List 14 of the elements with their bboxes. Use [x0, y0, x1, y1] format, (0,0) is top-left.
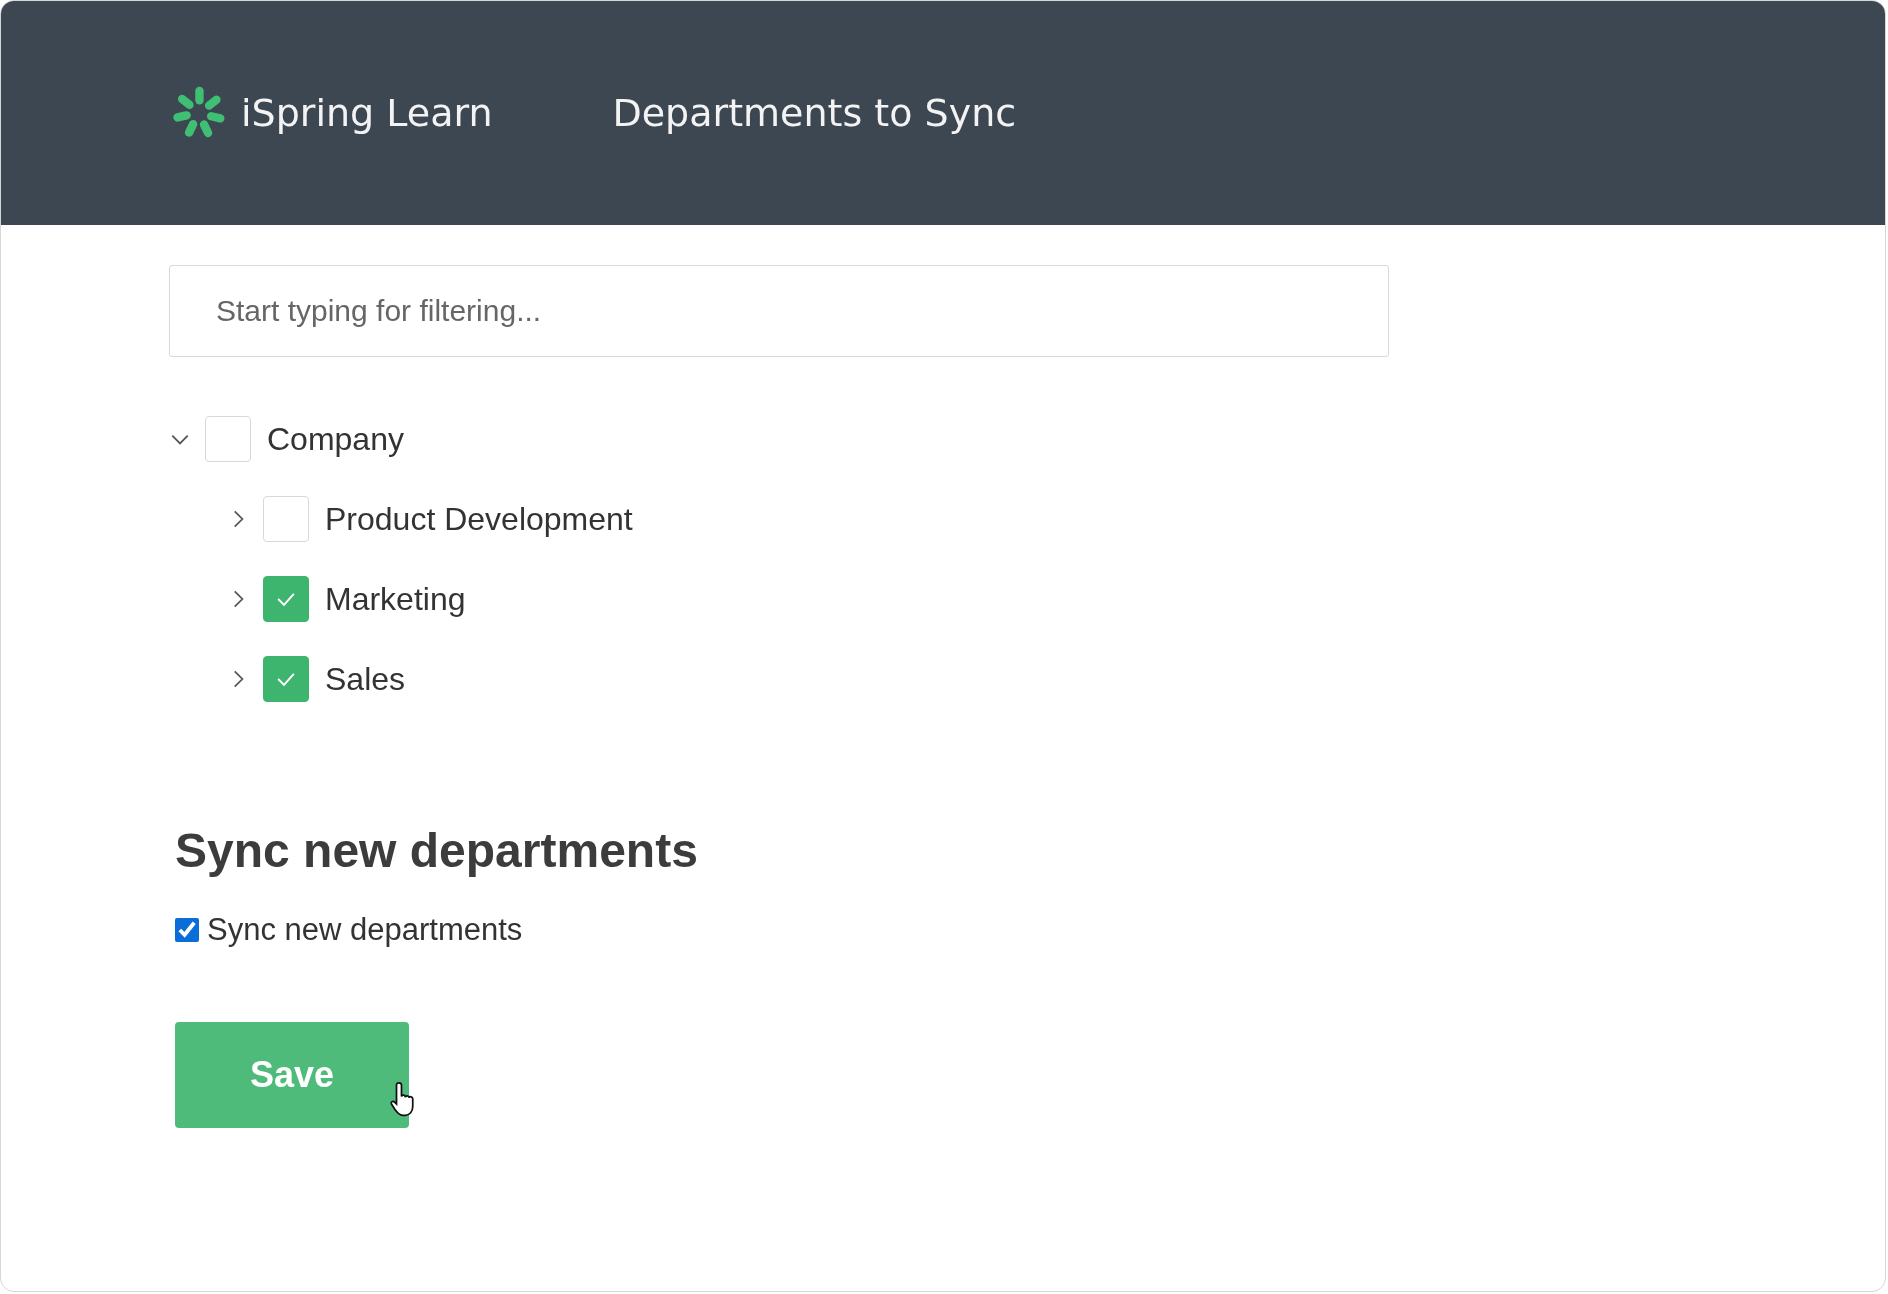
sync-checkbox[interactable]: [175, 918, 199, 942]
tree-item-label[interactable]: Marketing: [325, 580, 466, 618]
tree-item-label[interactable]: Sales: [325, 660, 406, 698]
tree-item-label[interactable]: Product Development: [325, 500, 633, 538]
logo-text: iSpring Learn: [241, 91, 493, 135]
section-heading: Sync new departments: [175, 823, 699, 878]
filter-field[interactable]: Start typing for filtering...: [169, 265, 1389, 357]
tree-checkbox[interactable]: [263, 496, 309, 542]
tree-checkbox[interactable]: [263, 576, 309, 622]
page-title: Departments to Sync: [612, 91, 1017, 135]
tree-item-label[interactable]: Company: [267, 420, 404, 458]
tree-checkbox[interactable]: [263, 656, 309, 702]
tree-checkbox[interactable]: [205, 416, 251, 462]
checkbox-label: Sync new departments: [207, 912, 523, 948]
